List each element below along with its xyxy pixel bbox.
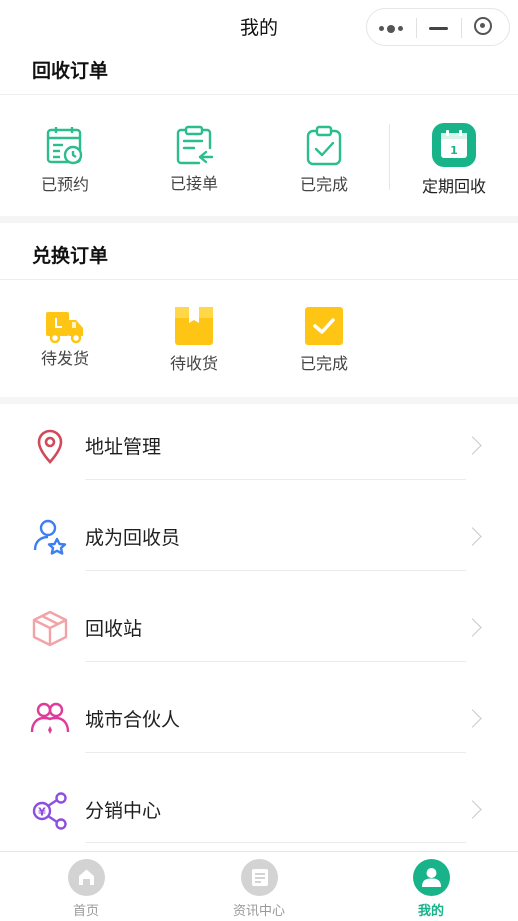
news-icon	[241, 859, 278, 896]
clipboard-check-icon	[302, 124, 346, 168]
svg-text:¥: ¥	[38, 806, 46, 819]
bottom-tab-bar: 首页 资讯中心 我的	[0, 851, 518, 920]
chevron-right-icon	[463, 618, 482, 637]
clipboard-receive-icon	[172, 124, 216, 168]
calendar-clock-icon	[43, 124, 87, 168]
exchange-orders-title: 兑换订单	[32, 245, 109, 267]
chevron-right-icon	[463, 709, 482, 728]
exchange-order-completed-label: 已完成	[299, 354, 348, 373]
divider	[0, 279, 518, 280]
home-icon	[68, 859, 105, 896]
tab-news-label: 资讯中心	[232, 904, 285, 919]
tab-home[interactable]: 首页	[26, 852, 146, 921]
recycle-orders-title: 回收订单	[32, 60, 109, 82]
exchange-order-to-ship[interactable]: 待发货	[10, 307, 120, 368]
exchange-order-completed[interactable]: 已完成	[269, 306, 379, 373]
recycle-order-accepted[interactable]: 已接单	[139, 124, 249, 193]
calendar-day-number: 1	[450, 144, 458, 157]
menu-item-recycle-station[interactable]: 回收站	[0, 586, 518, 676]
checkbox-check-icon	[304, 306, 344, 346]
exchange-order-to-receive-label: 待收货	[169, 354, 218, 373]
divider	[85, 752, 466, 753]
tab-news[interactable]: 资讯中心	[199, 852, 319, 921]
people-group-icon	[30, 699, 70, 739]
recycle-order-completed[interactable]: 已完成	[269, 124, 379, 194]
delivery-truck-icon	[45, 307, 85, 347]
section-gap	[0, 216, 518, 223]
divider	[0, 94, 518, 95]
menu-item-address[interactable]: 地址管理	[0, 404, 518, 494]
divider	[85, 842, 466, 843]
user-star-icon	[30, 517, 70, 557]
menu-item-address-label: 地址管理	[85, 436, 162, 458]
exchange-order-to-receive[interactable]: 待收货	[139, 306, 249, 373]
recycle-order-accepted-label: 已接单	[169, 174, 218, 193]
exchange-order-to-ship-label: 待发货	[40, 349, 89, 368]
minimize-button[interactable]	[429, 27, 448, 30]
tab-mine-label: 我的	[417, 904, 444, 919]
recycle-order-completed-label: 已完成	[299, 175, 348, 194]
recycle-order-periodic-label: 定期回收	[421, 177, 486, 196]
chevron-right-icon	[463, 436, 482, 455]
section-gap	[0, 397, 518, 404]
menu-item-city-partner[interactable]: 城市合伙人	[0, 677, 518, 767]
gift-box-icon	[174, 306, 214, 346]
navigation-bar: 我的	[0, 0, 518, 50]
divider	[85, 570, 466, 571]
chevron-right-icon	[463, 800, 482, 819]
divider	[85, 661, 466, 662]
menu-item-become-recycler-label: 成为回收员	[85, 527, 181, 549]
menu-item-city-partner-label: 城市合伙人	[85, 709, 181, 731]
vertical-divider	[389, 124, 390, 190]
more-options-button[interactable]	[379, 24, 405, 33]
close-button[interactable]	[474, 17, 492, 35]
tab-mine[interactable]: 我的	[371, 852, 491, 921]
menu-item-distribution-center[interactable]: ¥ 分销中心	[0, 768, 518, 858]
menu-item-become-recycler[interactable]: 成为回收员	[0, 495, 518, 585]
recycle-order-booked[interactable]: 已预约	[10, 124, 120, 194]
recycle-order-booked-label: 已预约	[40, 175, 89, 194]
menu-item-distribution-center-label: 分销中心	[85, 800, 162, 822]
location-pin-icon	[30, 426, 70, 466]
chevron-right-icon	[463, 527, 482, 546]
tab-home-label: 首页	[72, 904, 99, 919]
profile-icon	[413, 859, 450, 896]
package-box-icon	[30, 608, 70, 648]
share-network-icon: ¥	[30, 790, 70, 830]
divider	[85, 479, 466, 480]
mini-program-capsule	[366, 8, 510, 46]
recycle-order-periodic[interactable]: 1 定期回收	[399, 122, 509, 196]
calendar-day-icon: 1	[431, 122, 477, 168]
menu-item-recycle-station-label: 回收站	[85, 618, 143, 640]
